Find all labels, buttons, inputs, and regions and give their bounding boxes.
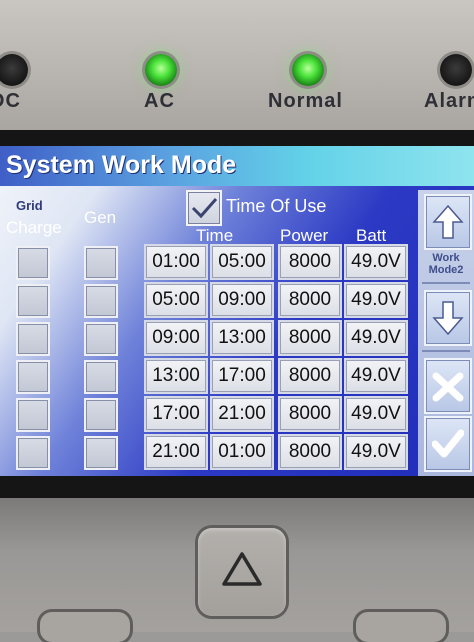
gen-checkbox[interactable] [84,436,118,470]
power-field[interactable]: 8000 [280,436,340,468]
device-housing-top: DC AC Normal Alarm [0,0,474,130]
start-time-field[interactable]: 17:00 [146,398,206,430]
grid-charge-checkbox[interactable] [16,284,50,318]
alarm-label: Alarm [424,90,474,112]
grid-charge-checkbox[interactable] [16,246,50,280]
batt-field[interactable]: 49.0V [346,436,406,468]
grid-charge-checkbox[interactable] [16,398,50,432]
work-mode-label: Work [432,252,460,264]
end-time-field[interactable]: 13:00 [212,322,272,354]
triangle-up-icon [222,552,262,586]
lcd-screen: System Work Mode Grid Charge Gen Time Of… [0,146,474,476]
alarm-led-icon [440,54,472,86]
confirm-button[interactable] [424,416,472,472]
power-field[interactable]: 8000 [280,284,340,316]
alarm-indicator [436,50,474,90]
physical-up-button[interactable] [198,528,286,616]
end-time-field[interactable]: 09:00 [212,284,272,316]
end-time-field[interactable]: 05:00 [212,246,272,278]
gen-checkbox[interactable] [84,246,118,280]
power-field[interactable]: 8000 [280,398,340,430]
ac-indicator [141,50,181,90]
start-time-field[interactable]: 01:00 [146,246,206,278]
normal-indicator [288,50,328,90]
gen-checkbox[interactable] [84,284,118,318]
time-header: Time [196,226,234,245]
start-time-field[interactable]: 09:00 [146,322,206,354]
grid-charge-checkbox[interactable] [16,360,50,394]
dc-label: DC [0,90,21,112]
confirm-check-icon [432,429,464,458]
cancel-button[interactable] [424,358,472,414]
physical-button-right[interactable] [356,612,446,642]
batt-header: Batt [356,226,387,245]
charge-header: Charge [6,218,62,237]
batt-field[interactable]: 49.0V [346,284,406,316]
gen-checkbox[interactable] [84,360,118,394]
dc-led-icon [0,54,28,86]
end-time-field[interactable]: 21:00 [212,398,272,430]
ac-label: AC [144,90,175,112]
power-field[interactable]: 8000 [280,360,340,392]
normal-led-icon [292,54,324,86]
gen-header: Gen [84,208,117,227]
gen-checkbox[interactable] [84,398,118,432]
checkmark-icon [191,198,218,219]
grid-header: Grid [16,198,43,213]
power-header: Power [280,226,329,245]
time-of-use-checkbox[interactable] [186,190,222,226]
side-divider [422,282,470,284]
start-time-field[interactable]: 05:00 [146,284,206,316]
page-up-button[interactable] [424,194,472,250]
start-time-field[interactable]: 13:00 [146,360,206,392]
end-time-field[interactable]: 17:00 [212,360,272,392]
cancel-x-icon [432,372,464,402]
side-divider [422,350,470,352]
start-time-field[interactable]: 21:00 [146,436,206,468]
normal-label: Normal [268,90,343,112]
power-field[interactable]: 8000 [280,246,340,278]
batt-field[interactable]: 49.0V [346,246,406,278]
batt-field[interactable]: 49.0V [346,360,406,392]
title-bar: System Work Mode [0,146,474,186]
page-title: System Work Mode [6,151,237,179]
grid-charge-checkbox[interactable] [16,436,50,470]
work-mode-number: Mode2 [428,264,464,276]
physical-button-left[interactable] [40,612,130,642]
power-field[interactable]: 8000 [280,322,340,354]
batt-field[interactable]: 49.0V [346,398,406,430]
end-time-field[interactable]: 01:00 [212,436,272,468]
gen-checkbox[interactable] [84,322,118,356]
time-of-use-label: Time Of Use [226,196,327,216]
dc-indicator [0,50,32,90]
side-control-panel: Work Mode2 [418,190,474,476]
up-arrow-icon [432,204,464,239]
grid-charge-checkbox[interactable] [16,322,50,356]
down-arrow-icon [432,301,464,336]
page-down-button[interactable] [424,290,472,346]
batt-field[interactable]: 49.0V [346,322,406,354]
ac-led-icon [145,54,177,86]
